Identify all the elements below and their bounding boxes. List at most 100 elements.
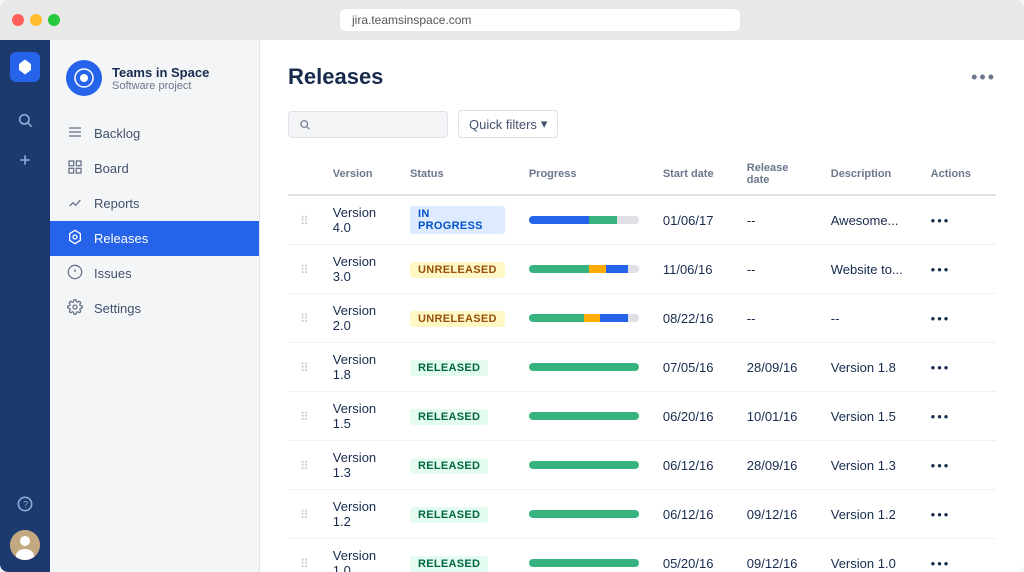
- actions-cell[interactable]: •••: [919, 539, 996, 572]
- search-box[interactable]: [288, 111, 448, 138]
- user-avatar[interactable]: [10, 530, 40, 560]
- sidebar-item-backlog[interactable]: Backlog: [50, 116, 259, 151]
- main-content: Releases ••• Quick filters ▾ VersionStat…: [260, 40, 1024, 572]
- status-badge: UNRELEASED: [410, 311, 505, 327]
- start-date-cell: 06/12/16: [651, 441, 735, 490]
- project-info: Teams in Space Software project: [112, 65, 209, 92]
- progress-cell: [517, 343, 651, 392]
- sidebar-item-label-issues: Issues: [94, 266, 132, 281]
- progress-segment: [529, 510, 639, 518]
- start-date-cell: 11/06/16: [651, 245, 735, 294]
- table-row: ⠿Version 4.0IN PROGRESS01/06/17--Awesome…: [288, 195, 996, 245]
- release-date-cell: 09/12/16: [735, 539, 819, 572]
- status-badge: RELEASED: [410, 458, 488, 474]
- col-header-1: Version: [321, 154, 398, 195]
- nav-items: Backlog Board Reports Releases Issues Se…: [50, 116, 259, 326]
- progress-bar: [529, 559, 639, 567]
- progress-bar: [529, 510, 639, 518]
- actions-cell[interactable]: •••: [919, 392, 996, 441]
- sidebar-left: ?: [0, 40, 50, 572]
- sidebar-item-board[interactable]: Board: [50, 151, 259, 186]
- status-cell: IN PROGRESS: [398, 195, 517, 245]
- progress-cell: [517, 392, 651, 441]
- description-cell: Version 1.8: [819, 343, 919, 392]
- release-date-cell: 10/01/16: [735, 392, 819, 441]
- progress-cell: [517, 195, 651, 245]
- drag-handle[interactable]: ⠿: [300, 312, 309, 326]
- table-row: ⠿Version 1.0RELEASED05/20/1609/12/16Vers…: [288, 539, 996, 572]
- col-header-3: Progress: [517, 154, 651, 195]
- quick-filters-button[interactable]: Quick filters ▾: [458, 110, 558, 138]
- app: ? Teams in Space Software project Backlo…: [0, 40, 1024, 572]
- project-name: Teams in Space: [112, 65, 209, 80]
- version-cell: Version 1.2: [321, 490, 398, 539]
- project-icon: [66, 60, 102, 96]
- progress-cell: [517, 441, 651, 490]
- address-bar[interactable]: jira.teamsinspace.com: [340, 9, 740, 31]
- create-icon[interactable]: [7, 142, 43, 178]
- table-header: VersionStatusProgressStart dateRelease d…: [288, 154, 996, 195]
- settings-nav-icon: [66, 299, 84, 318]
- progress-segment: [589, 216, 617, 224]
- drag-handle[interactable]: ⠿: [300, 214, 309, 228]
- sidebar-item-label-releases: Releases: [94, 231, 148, 246]
- release-date-cell: 28/09/16: [735, 441, 819, 490]
- sidebar-item-releases[interactable]: Releases: [50, 221, 259, 256]
- drag-handle[interactable]: ⠿: [300, 557, 309, 571]
- table-body: ⠿Version 4.0IN PROGRESS01/06/17--Awesome…: [288, 195, 996, 572]
- start-date-cell: 07/05/16: [651, 343, 735, 392]
- col-header-5: Release date: [735, 154, 819, 195]
- progress-bar: [529, 461, 639, 469]
- start-date-cell: 06/12/16: [651, 490, 735, 539]
- sidebar-item-label-board: Board: [94, 161, 129, 176]
- release-date-cell: --: [735, 245, 819, 294]
- sidebar-item-reports[interactable]: Reports: [50, 186, 259, 221]
- actions-cell[interactable]: •••: [919, 195, 996, 245]
- drag-handle[interactable]: ⠿: [300, 361, 309, 375]
- sidebar-item-settings[interactable]: Settings: [50, 291, 259, 326]
- search-input[interactable]: [316, 117, 437, 132]
- progress-bar: [529, 314, 639, 322]
- sidebar-item-issues[interactable]: Issues: [50, 256, 259, 291]
- page-title: Releases: [288, 64, 383, 90]
- progress-bar: [529, 265, 639, 273]
- actions-cell[interactable]: •••: [919, 294, 996, 343]
- drag-handle[interactable]: ⠿: [300, 508, 309, 522]
- actions-cell[interactable]: •••: [919, 441, 996, 490]
- search-icon[interactable]: [7, 102, 43, 138]
- start-date-cell: 01/06/17: [651, 195, 735, 245]
- dot-yellow: [30, 14, 42, 26]
- status-cell: RELEASED: [398, 539, 517, 572]
- status-cell: UNRELEASED: [398, 245, 517, 294]
- status-badge: UNRELEASED: [410, 262, 505, 278]
- project-header: Teams in Space Software project: [50, 52, 259, 104]
- more-options-button[interactable]: •••: [971, 67, 996, 88]
- actions-cell[interactable]: •••: [919, 490, 996, 539]
- actions-cell[interactable]: •••: [919, 245, 996, 294]
- description-cell: Version 1.3: [819, 441, 919, 490]
- quick-filters-label: Quick filters: [469, 117, 537, 132]
- board-nav-icon: [66, 159, 84, 178]
- filters-bar: Quick filters ▾: [288, 110, 996, 138]
- help-icon[interactable]: ?: [7, 486, 43, 522]
- drag-handle[interactable]: ⠿: [300, 410, 309, 424]
- progress-segment: [600, 314, 628, 322]
- table-row: ⠿Version 1.3RELEASED06/12/1628/09/16Vers…: [288, 441, 996, 490]
- dot-red: [12, 14, 24, 26]
- status-cell: RELEASED: [398, 343, 517, 392]
- version-cell: Version 1.3: [321, 441, 398, 490]
- sidebar-bottom: ?: [7, 486, 43, 560]
- version-cell: Version 4.0: [321, 195, 398, 245]
- release-date-cell: 09/12/16: [735, 490, 819, 539]
- progress-bar: [529, 363, 639, 371]
- status-badge: RELEASED: [410, 409, 488, 425]
- progress-bar: [529, 412, 639, 420]
- progress-segment: [589, 265, 606, 273]
- version-cell: Version 2.0: [321, 294, 398, 343]
- drag-handle[interactable]: ⠿: [300, 459, 309, 473]
- actions-cell[interactable]: •••: [919, 343, 996, 392]
- col-header-6: Description: [819, 154, 919, 195]
- table-row: ⠿Version 3.0UNRELEASED11/06/16--Website …: [288, 245, 996, 294]
- drag-handle[interactable]: ⠿: [300, 263, 309, 277]
- progress-segment: [529, 461, 639, 469]
